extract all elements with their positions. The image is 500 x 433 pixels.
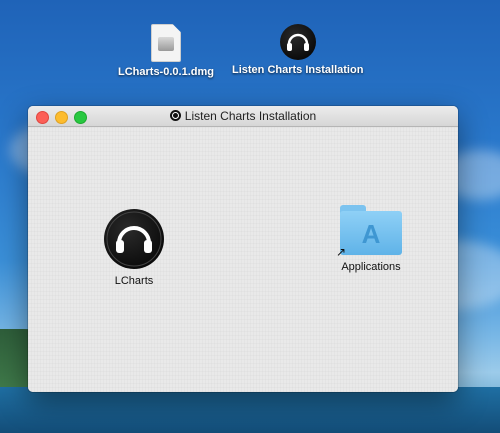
- window-titlebar[interactable]: Listen Charts Installation: [28, 106, 458, 127]
- applications-label: Applications: [341, 261, 401, 273]
- headphones-app-icon: [104, 209, 164, 269]
- dmg-file-icon: [150, 24, 181, 62]
- sea: [0, 387, 500, 433]
- desktop: LCharts-0.0.1.dmg Listen Charts Installa…: [0, 0, 500, 433]
- lcharts-app[interactable]: LCharts: [104, 209, 164, 287]
- alias-arrow-icon: ↗: [336, 245, 347, 259]
- lcharts-label: LCharts: [114, 275, 154, 287]
- window-title-text: Listen Charts Installation: [184, 109, 317, 123]
- desktop-installer-label: Listen Charts Installation: [232, 64, 364, 76]
- window-title: Listen Charts Installation: [28, 109, 458, 123]
- desktop-dmg-label: LCharts-0.0.1.dmg: [118, 66, 214, 78]
- headphones-small-icon: [169, 110, 181, 121]
- headphones-disk-icon: [279, 24, 316, 60]
- window-content: LCharts A ↗ Applications: [28, 127, 458, 392]
- desktop-installer-volume[interactable]: Listen Charts Installation: [232, 24, 363, 76]
- applications-alias[interactable]: A ↗ Applications: [336, 205, 402, 273]
- applications-folder-icon: A ↗: [336, 205, 402, 259]
- installer-window[interactable]: Listen Charts Installation LCharts A ↗ A…: [28, 106, 458, 392]
- desktop-dmg-file[interactable]: LCharts-0.0.1.dmg: [118, 24, 214, 78]
